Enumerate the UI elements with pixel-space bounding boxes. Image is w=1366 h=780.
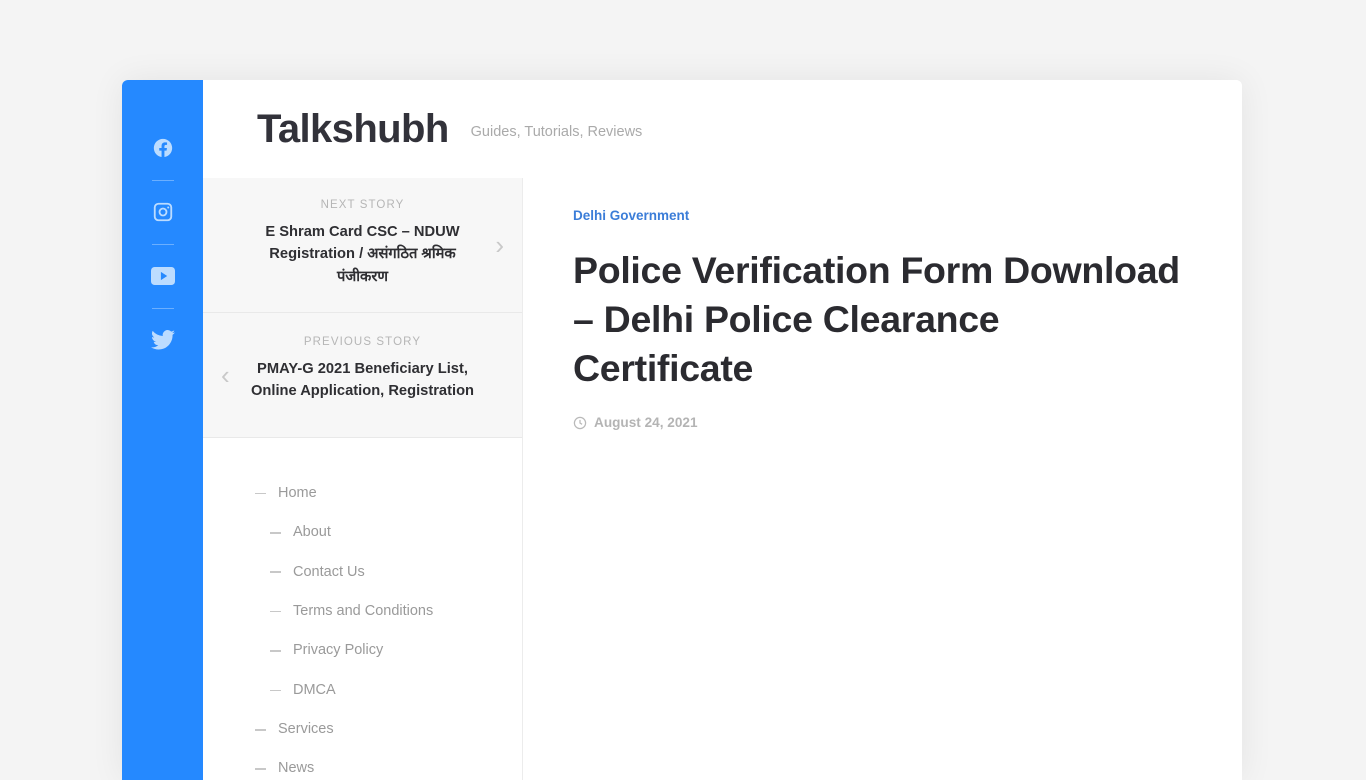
menu-item-label: Services bbox=[278, 721, 334, 738]
site-header: Talkshubh Guides, Tutorials, Reviews bbox=[203, 80, 1242, 178]
dash-icon bbox=[255, 492, 266, 495]
menu-item-label: DMCA bbox=[293, 681, 336, 698]
menu-item-terms-and-conditions[interactable]: Terms and Conditions bbox=[203, 592, 522, 631]
dash-icon bbox=[270, 610, 281, 613]
article-category-link[interactable]: Delhi Government bbox=[573, 208, 689, 223]
sidebar-menu: Home About Contact Us Terms and Conditions P… bbox=[203, 437, 522, 780]
article-content: Delhi Government Police Verification For… bbox=[523, 178, 1242, 780]
content-columns: NEXT STORY E Shram Card CSC – NDUW Regis… bbox=[203, 178, 1242, 780]
article-date: August 24, 2021 bbox=[594, 415, 698, 431]
chevron-left-icon: ‹ bbox=[221, 359, 230, 390]
menu-item-contact-us[interactable]: Contact Us bbox=[203, 553, 522, 592]
menu-item-label: Home bbox=[278, 484, 317, 501]
social-sidebar bbox=[122, 80, 203, 780]
dash-icon bbox=[270, 650, 281, 652]
menu-item-label: About bbox=[293, 524, 331, 541]
clock-icon bbox=[573, 416, 587, 430]
menu-item-label: News bbox=[278, 760, 315, 777]
site-title[interactable]: Talkshubh bbox=[257, 109, 449, 149]
site-tagline: Guides, Tutorials, Reviews bbox=[470, 124, 643, 140]
menu-item-news[interactable]: News bbox=[203, 749, 522, 780]
menu-item-about[interactable]: About bbox=[203, 513, 522, 552]
chevron-right-icon: › bbox=[495, 230, 504, 261]
previous-story-kicker: PREVIOUS STORY bbox=[303, 336, 422, 349]
article-meta: August 24, 2021 bbox=[573, 415, 1192, 430]
left-sidebar: NEXT STORY E Shram Card CSC – NDUW Regis… bbox=[203, 178, 523, 780]
site-body: Talkshubh Guides, Tutorials, Reviews NEX… bbox=[203, 80, 1242, 780]
page-container: Talkshubh Guides, Tutorials, Reviews NEX… bbox=[122, 80, 1242, 780]
twitter-icon[interactable] bbox=[122, 308, 203, 372]
menu-item-dmca[interactable]: DMCA bbox=[203, 671, 522, 710]
page-title: Police Verification Form Download – Delh… bbox=[573, 249, 1180, 390]
facebook-icon[interactable] bbox=[122, 116, 203, 180]
dash-icon bbox=[270, 689, 281, 692]
menu-item-label: Privacy Policy bbox=[293, 642, 384, 659]
menu-item-label: Contact Us bbox=[293, 563, 365, 580]
menu-item-privacy-policy[interactable]: Privacy Policy bbox=[203, 631, 522, 670]
previous-story-link[interactable]: PREVIOUS STORY PMAY-G 2021 Beneficiary L… bbox=[203, 312, 522, 438]
dash-icon bbox=[270, 571, 281, 573]
next-story-kicker: NEXT STORY bbox=[320, 199, 405, 211]
story-navigation: NEXT STORY E Shram Card CSC – NDUW Regis… bbox=[203, 178, 522, 438]
dash-icon bbox=[255, 768, 266, 770]
youtube-icon[interactable] bbox=[122, 244, 203, 308]
dash-icon bbox=[270, 532, 281, 534]
next-story-title: E Shram Card CSC – NDUW Registration / अ… bbox=[265, 224, 460, 285]
menu-item-label: Terms and Conditions bbox=[293, 602, 434, 619]
menu-item-home[interactable]: Home bbox=[203, 474, 522, 513]
menu-item-services[interactable]: Services bbox=[203, 710, 522, 749]
previous-story-title: PMAY-G 2021 Beneficiary List, Online App… bbox=[250, 361, 475, 400]
dash-icon bbox=[255, 728, 266, 731]
instagram-icon[interactable] bbox=[122, 180, 203, 244]
next-story-link[interactable]: NEXT STORY E Shram Card CSC – NDUW Regis… bbox=[203, 178, 522, 312]
